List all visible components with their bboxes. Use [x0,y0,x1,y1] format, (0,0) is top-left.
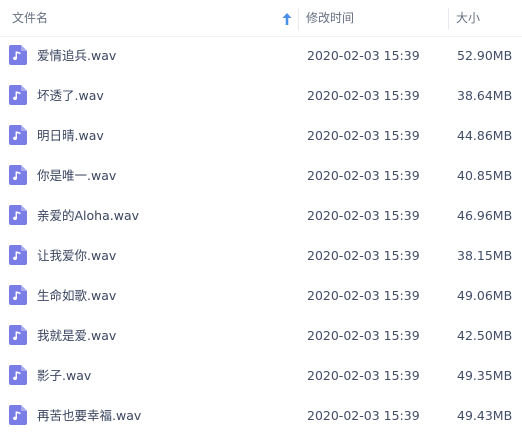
file-modified-time: 2020-02-03 15:39 [307,128,420,143]
column-header-size[interactable]: 大小 [456,0,522,36]
audio-file-icon [9,205,27,225]
audio-file-icon [9,285,27,305]
column-header-time-label: 修改时间 [306,11,355,25]
file-row[interactable]: 让我爱你.wav 2020-02-03 15:39 38.15MB [0,237,522,277]
file-name[interactable]: 明日晴.wav [37,117,104,154]
column-header-name[interactable]: 文件名 [12,0,297,36]
column-header-size-label: 大小 [456,11,481,25]
file-size: 38.15MB [457,248,513,263]
column-header-name-label: 文件名 [12,11,49,25]
file-name[interactable]: 影子.wav [37,357,91,394]
file-modified-time: 2020-02-03 15:39 [307,168,420,183]
file-name[interactable]: 你是唯一.wav [37,157,116,194]
audio-file-icon [9,125,27,145]
file-size: 44.86MB [457,128,513,143]
sort-ascending-icon[interactable] [281,12,293,26]
file-size: 40.85MB [457,168,513,183]
column-divider[interactable] [298,8,299,30]
file-name[interactable]: 爱情追兵.wav [37,37,116,74]
file-size: 38.64MB [457,88,513,103]
file-row[interactable]: 你是唯一.wav 2020-02-03 15:39 40.85MB [0,157,522,197]
file-modified-time: 2020-02-03 15:39 [307,328,420,343]
file-row[interactable]: 明日晴.wav 2020-02-03 15:39 44.86MB [0,117,522,157]
column-divider[interactable] [448,8,449,30]
audio-file-icon [9,365,27,385]
file-row[interactable]: 爱情追兵.wav 2020-02-03 15:39 52.90MB [0,37,522,77]
file-modified-time: 2020-02-03 15:39 [307,288,420,303]
audio-file-icon [9,405,27,425]
audio-file-icon [9,45,27,65]
file-row[interactable]: 坏透了.wav 2020-02-03 15:39 38.64MB [0,77,522,117]
file-size: 49.43MB [457,408,513,423]
file-modified-time: 2020-02-03 15:39 [307,48,420,63]
audio-file-icon [9,85,27,105]
file-name[interactable]: 坏透了.wav [37,77,104,114]
column-header-row: 文件名 修改时间 大小 [0,0,522,37]
file-rows: 爱情追兵.wav 2020-02-03 15:39 52.90MB 坏透了.wav 20… [0,37,522,433]
file-row[interactable]: 再苦也要幸福.wav 2020-02-03 15:39 49.43MB [0,397,522,433]
file-modified-time: 2020-02-03 15:39 [307,88,420,103]
column-header-modified-time[interactable]: 修改时间 [306,0,446,36]
file-list: 文件名 修改时间 大小 爱情追兵.wav 2020-02-03 15:39 52.9… [0,0,522,433]
file-modified-time: 2020-02-03 15:39 [307,248,420,263]
file-size: 46.96MB [457,208,513,223]
file-name[interactable]: 再苦也要幸福.wav [37,397,141,433]
file-size: 42.50MB [457,328,513,343]
file-row[interactable]: 亲爱的Aloha.wav 2020-02-03 15:39 46.96MB [0,197,522,237]
audio-file-icon [9,165,27,185]
file-size: 52.90MB [457,48,513,63]
file-name[interactable]: 亲爱的Aloha.wav [37,197,139,234]
audio-file-icon [9,245,27,265]
file-size: 49.06MB [457,288,513,303]
file-name[interactable]: 生命如歌.wav [37,277,116,314]
audio-file-icon [9,325,27,345]
file-size: 49.35MB [457,368,513,383]
file-modified-time: 2020-02-03 15:39 [307,408,420,423]
file-row[interactable]: 生命如歌.wav 2020-02-03 15:39 49.06MB [0,277,522,317]
file-modified-time: 2020-02-03 15:39 [307,368,420,383]
file-name[interactable]: 我就是爱.wav [37,317,116,354]
file-row[interactable]: 影子.wav 2020-02-03 15:39 49.35MB [0,357,522,397]
file-name[interactable]: 让我爱你.wav [37,237,116,274]
file-modified-time: 2020-02-03 15:39 [307,208,420,223]
file-row[interactable]: 我就是爱.wav 2020-02-03 15:39 42.50MB [0,317,522,357]
